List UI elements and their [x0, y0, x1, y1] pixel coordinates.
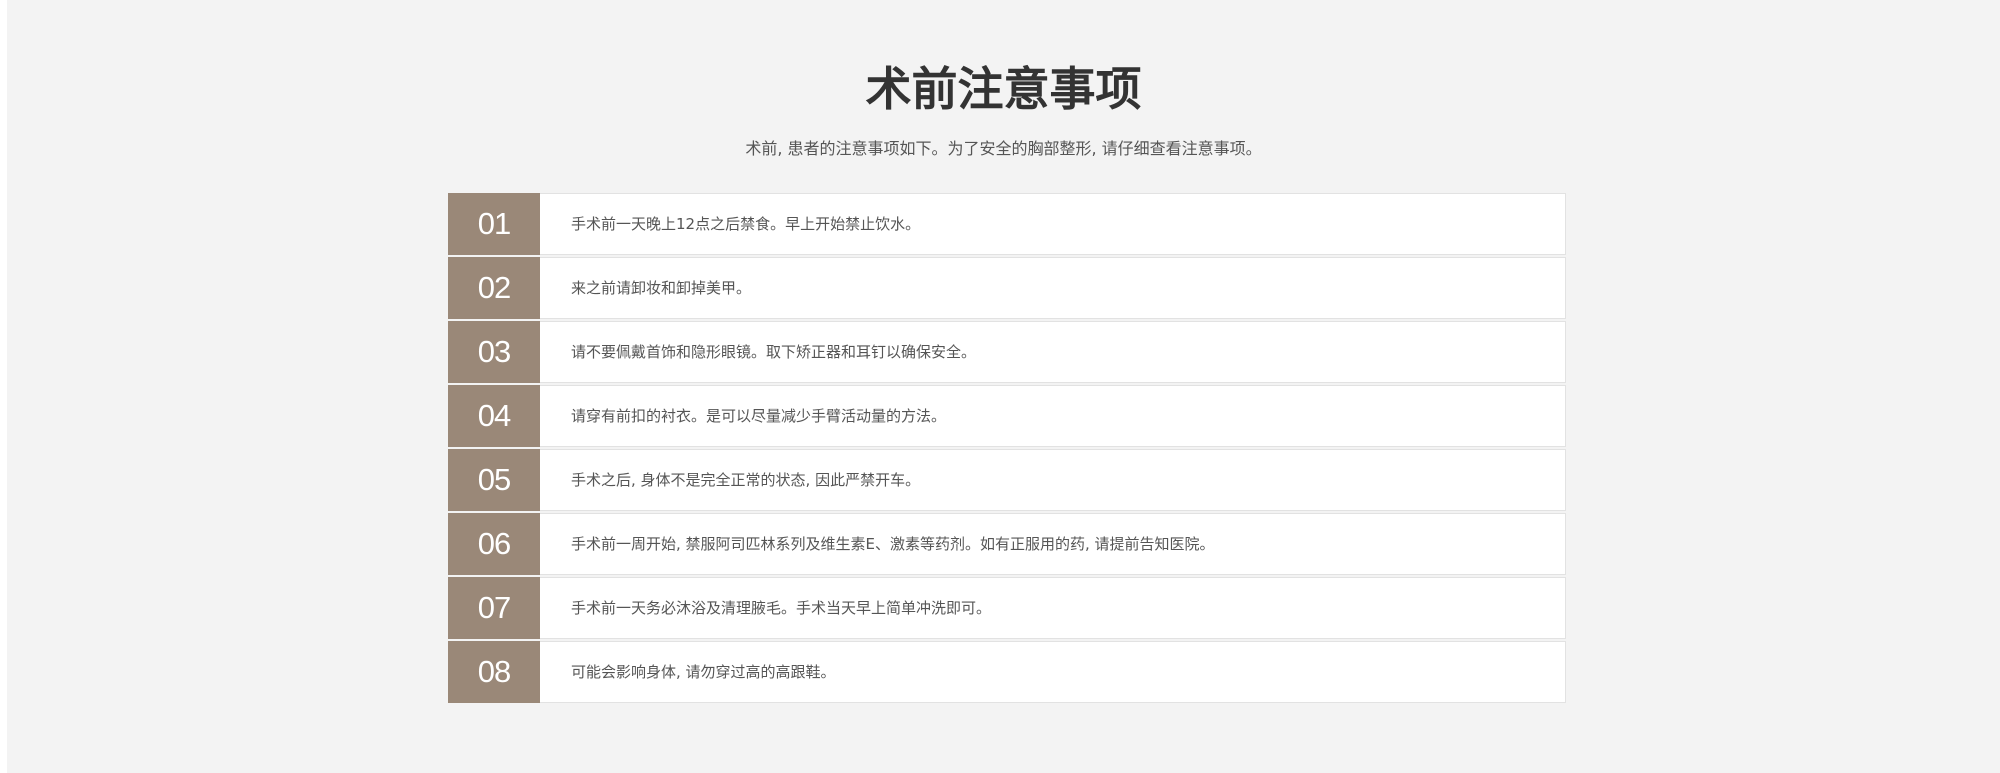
- list-item: 04 请穿有前扣的衬衣。是可以尽量减少手臂活动量的方法。: [448, 385, 1566, 447]
- list-item: 01 手术前一天晚上12点之后禁食。早上开始禁止饮水。: [448, 193, 1566, 255]
- list-item: 06 手术前一周开始, 禁服阿司匹林系列及维生素E、激素等药剂。如有正服用的药,…: [448, 513, 1566, 575]
- item-text: 手术前一周开始, 禁服阿司匹林系列及维生素E、激素等药剂。如有正服用的药, 请提…: [571, 535, 1215, 553]
- item-text: 可能会影响身体, 请勿穿过高的高跟鞋。: [571, 663, 836, 681]
- item-text: 请穿有前扣的衬衣。是可以尽量减少手臂活动量的方法。: [571, 407, 947, 425]
- item-number: 06: [448, 513, 540, 575]
- list-item: 02 来之前请卸妆和卸掉美甲。: [448, 257, 1566, 319]
- list-item: 07 手术前一天务必沐浴及清理腋毛。手术当天早上简单冲洗即可。: [448, 577, 1566, 639]
- item-text: 手术前一天晚上12点之后禁食。早上开始禁止饮水。: [571, 215, 921, 233]
- item-number: 07: [448, 577, 540, 639]
- item-text: 来之前请卸妆和卸掉美甲。: [571, 279, 752, 297]
- page-title: 术前注意事项: [865, 62, 1142, 116]
- page-background: 术前注意事项 术前, 患者的注意事项如下。为了安全的胸部整形, 请仔细查看注意事…: [7, 0, 2000, 773]
- item-number: 08: [448, 641, 540, 703]
- page-subtitle: 术前, 患者的注意事项如下。为了安全的胸部整形, 请仔细查看注意事项。: [745, 139, 1262, 158]
- item-number: 01: [448, 193, 540, 255]
- item-text: 手术前一天务必沐浴及清理腋毛。手术当天早上简单冲洗即可。: [571, 599, 992, 617]
- item-text: 手术之后, 身体不是完全正常的状态, 因此严禁开车。: [571, 471, 921, 489]
- list-item: 08 可能会影响身体, 请勿穿过高的高跟鞋。: [448, 641, 1566, 703]
- item-text: 请不要佩戴首饰和隐形眼镜。取下矫正器和耳钉以确保安全。: [571, 343, 977, 361]
- list-item: 03 请不要佩戴首饰和隐形眼镜。取下矫正器和耳钉以确保安全。: [448, 321, 1566, 383]
- item-number: 03: [448, 321, 540, 383]
- list-item: 05 手术之后, 身体不是完全正常的状态, 因此严禁开车。: [448, 449, 1566, 511]
- item-number: 04: [448, 385, 540, 447]
- item-number: 05: [448, 449, 540, 511]
- precaution-list: 01 手术前一天晚上12点之后禁食。早上开始禁止饮水。 02 来之前请卸妆和卸掉…: [448, 193, 1566, 705]
- item-number: 02: [448, 257, 540, 319]
